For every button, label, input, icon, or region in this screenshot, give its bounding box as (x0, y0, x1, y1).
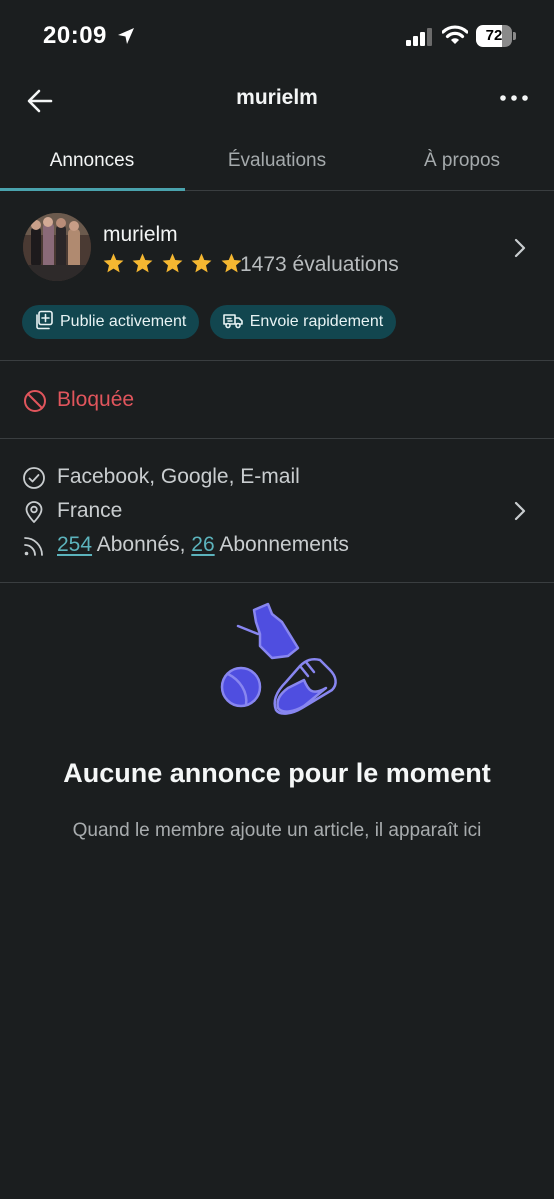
star-icon (162, 253, 183, 273)
blocked-label: Bloquée (57, 388, 135, 411)
followers-text: 254 Abonnés, 26 Abonnements (57, 533, 349, 557)
profile-info[interactable]: Facebook, Google, E-mail France 254 Abon… (0, 439, 554, 583)
nav-bar: murielm (0, 70, 554, 132)
following-label: Abonnements (214, 533, 349, 556)
tab-bar: Annonces Évaluations À propos (0, 132, 554, 191)
add-listing-icon (36, 310, 53, 330)
empty-state-title: Aucune annonce pour le moment (63, 758, 491, 788)
profile-header[interactable]: murielm 1473 évaluations Publie activeme… (0, 191, 554, 361)
badge-label: Envoie rapidement (249, 313, 384, 330)
check-circle-icon (23, 467, 45, 489)
cellular-signal-icon (406, 28, 432, 46)
profile-screen: 20:09 72 murielm Annonces Évaluations À … (0, 0, 554, 1199)
status-time: 20:09 (43, 22, 107, 49)
badge-list: Publie activement Envoie rapidement (22, 305, 402, 339)
blocked-icon (24, 390, 46, 412)
battery-indicator: 72 (476, 25, 516, 47)
tab-evaluations[interactable]: Évaluations (185, 132, 369, 191)
location-pin-icon (25, 501, 43, 523)
status-bar: 20:09 72 (0, 0, 554, 70)
star-icon (132, 253, 153, 273)
empty-listings-illustration (220, 602, 337, 715)
followers-count-link[interactable]: 254 (57, 533, 92, 556)
empty-state-subtitle: Quand le membre ajoute un article, il ap… (72, 820, 482, 841)
location-text: France (57, 499, 123, 522)
verified-accounts-text: Facebook, Google, E-mail (57, 465, 300, 488)
tab-a-propos[interactable]: À propos (370, 132, 554, 191)
rating-stars (102, 252, 245, 278)
badge-envoie-rapidement: Envoie rapidement (209, 305, 397, 339)
following-count-link[interactable]: 26 (191, 533, 214, 556)
chevron-right-icon (514, 501, 526, 521)
rss-feed-icon (24, 537, 43, 556)
wifi-icon (442, 25, 468, 44)
tab-annonces[interactable]: Annonces (0, 132, 184, 191)
battery-level-text: 72 (485, 27, 503, 44)
followers-label: Abonnés, (92, 533, 192, 556)
more-horizontal-icon (500, 95, 528, 101)
page-title: murielm (236, 86, 318, 109)
badge-label: Publie activement (60, 313, 187, 330)
location-arrow-icon (118, 28, 134, 44)
blocked-status: Bloquée (0, 362, 554, 439)
avatar (23, 213, 91, 281)
star-icon (103, 253, 124, 273)
star-icon (191, 253, 212, 273)
more-options-button[interactable] (494, 85, 534, 115)
chevron-right-icon (514, 238, 526, 258)
shipping-truck-icon (222, 314, 243, 329)
badge-publie-activement: Publie activement (22, 305, 200, 339)
rating-count: 1473 évaluations (240, 253, 399, 276)
profile-username: murielm (103, 223, 178, 246)
